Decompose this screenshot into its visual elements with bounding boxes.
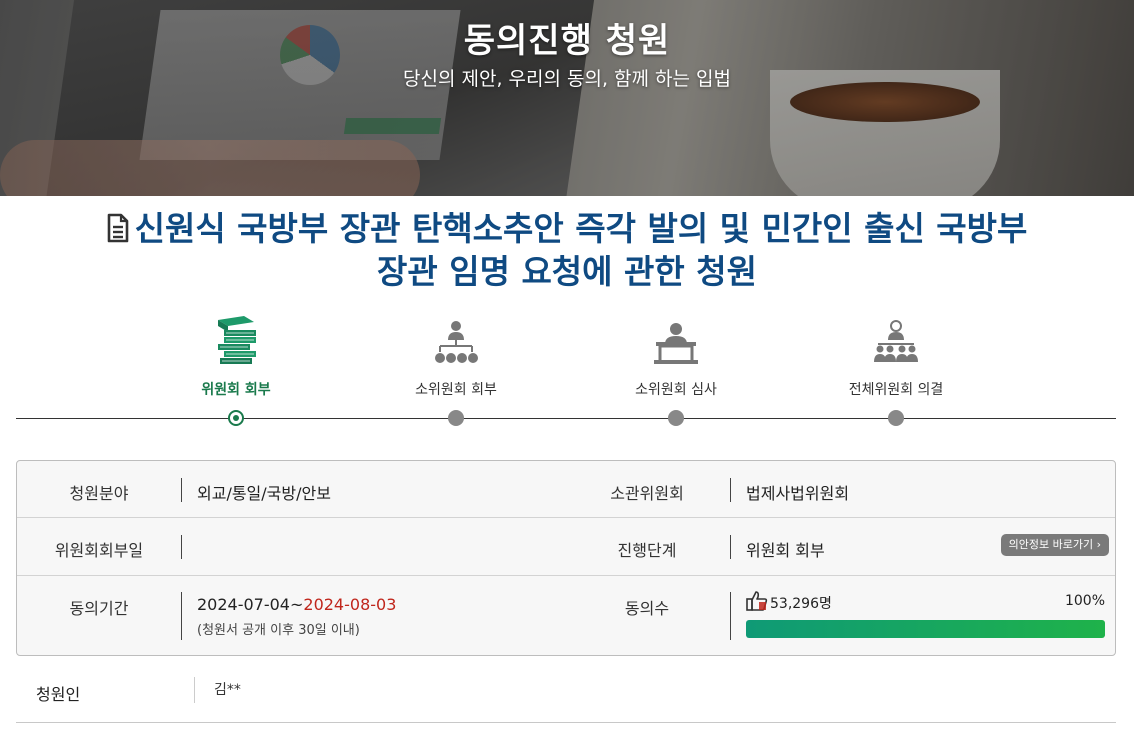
divider xyxy=(730,478,731,502)
stage-label: 진행단계 xyxy=(617,541,677,560)
document-icon xyxy=(107,213,128,243)
agree-progress-bar xyxy=(746,620,1105,638)
info-row-field: 청원분야 외교/통일/국방/안보 소관위원회 법제사법위원회 xyxy=(17,461,1115,518)
petition-title: 신원식 국방부 장관 탄핵소추안 즉각 발의 및 민간인 출신 국방부장관 임명… xyxy=(100,207,1034,293)
petition-title-text: 신원식 국방부 장관 탄핵소추안 즉각 발의 및 민간인 출신 국방부장관 임명… xyxy=(134,209,1028,291)
divider xyxy=(730,535,731,559)
audience-group-icon xyxy=(874,320,918,362)
banner-title: 동의진행 청원 xyxy=(463,21,671,61)
period-label: 동의기간 xyxy=(69,599,129,618)
petitioner-row: 청원인 김** xyxy=(16,665,1116,723)
agree-percent: 100% xyxy=(1064,593,1105,609)
divider xyxy=(181,535,182,559)
agree-count: 53,296명 xyxy=(770,596,832,612)
bill-info-link-button[interactable]: 의안정보 바로가기 › xyxy=(1000,534,1109,556)
referral-date-label: 위원회회부일 xyxy=(54,541,144,560)
petition-info-table: 청원분야 외교/통일/국방/안보 소관위원회 법제사법위원회 위원회회부일 진행… xyxy=(16,460,1116,656)
petitioner-label: 청원인 xyxy=(36,685,81,704)
agree-progress-fill xyxy=(746,620,1105,638)
divider xyxy=(181,592,182,640)
step-marker xyxy=(448,410,464,426)
step-marker-active xyxy=(228,410,244,426)
period-value: 2024-07-04~2024-08-03 xyxy=(197,595,396,614)
step-plenary-resolution: 전체위원회 의결 xyxy=(816,312,976,426)
divider xyxy=(730,592,731,640)
agree-count-label: 동의수 xyxy=(624,599,670,618)
petitioner-value: 김** xyxy=(214,682,241,698)
divider xyxy=(194,677,195,703)
thumbs-up-icon xyxy=(746,591,768,611)
stage-value: 위원회 회부 xyxy=(746,541,825,560)
step-subcommittee-referral: 소위원회 회부 xyxy=(376,312,536,426)
banner-subtitle: 당신의 제안, 우리의 동의, 함께 하는 입법 xyxy=(403,68,731,90)
step-subcommittee-review: 소위원회 심사 xyxy=(596,312,756,426)
chevron-right-icon: › xyxy=(1096,538,1101,551)
steps-line xyxy=(16,418,1116,419)
step-marker xyxy=(888,410,904,426)
info-row-referral: 위원회회부일 진행단계 위원회 회부 의안정보 바로가기 › xyxy=(17,518,1115,576)
step-label: 위원회 회부 xyxy=(201,382,271,398)
period-end: 2024-08-03 xyxy=(303,595,397,614)
field-label: 청원분야 xyxy=(69,484,129,503)
step-marker xyxy=(668,410,684,426)
committee-value: 법제사법위원회 xyxy=(746,484,850,503)
field-value: 외교/통일/국방/안보 xyxy=(197,484,331,503)
period-note: (청원서 공개 이후 30일 이내) xyxy=(197,623,360,638)
documents-stack-icon xyxy=(218,316,256,364)
divider xyxy=(181,478,182,502)
info-row-period: 동의기간 2024-07-04~2024-08-03 (청원서 공개 이후 30… xyxy=(17,576,1115,656)
bill-info-link-label: 의안정보 바로가기 xyxy=(1008,538,1094,551)
org-chart-icon xyxy=(435,321,478,363)
progress-steps: 위원회 회부 소위원회 회부 소위원회 심사 전체위원회 의결 xyxy=(16,312,1116,432)
hero-banner: 동의진행 청원 당신의 제안, 우리의 동의, 함께 하는 입법 xyxy=(0,0,1134,196)
step-label: 소위원회 심사 xyxy=(635,382,717,398)
step-label: 전체위원회 의결 xyxy=(848,382,944,398)
podium-speaker-icon xyxy=(654,323,698,364)
committee-label: 소관위원회 xyxy=(610,484,684,503)
step-committee-referral: 위원회 회부 xyxy=(156,312,316,426)
period-start: 2024-07-04~ xyxy=(197,595,304,614)
step-label: 소위원회 회부 xyxy=(415,382,497,398)
